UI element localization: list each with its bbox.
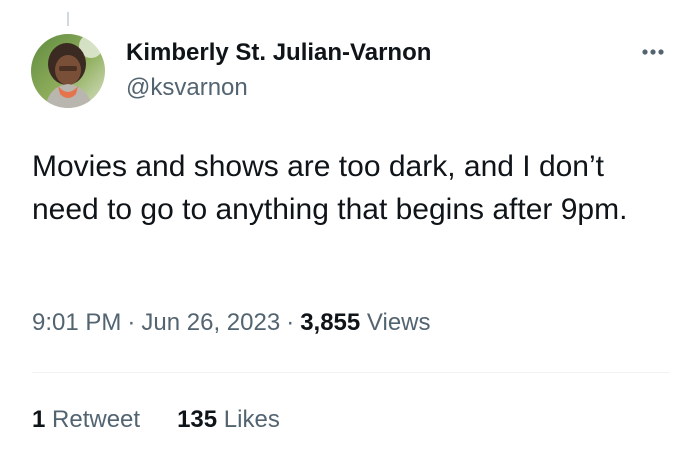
author-display-name[interactable]: Kimberly St. Julian-Varnon [126,38,431,68]
likes-label: Likes [223,406,280,433]
separator-dot: · [127,309,136,336]
retweets-stat[interactable]: 1 Retweet [32,404,140,436]
avatar[interactable] [31,34,105,108]
likes-count: 135 [177,406,218,433]
engagement-stats: 1 Retweet 135 Likes [32,404,280,436]
separator-dot: · [286,309,295,336]
tweet-date[interactable]: Jun 26, 2023 [141,309,280,336]
views-label: Views [366,309,431,336]
views-count: 3,855 [300,309,361,336]
thread-connector-line [67,12,69,26]
likes-stat[interactable]: 135 Likes [177,404,280,436]
more-options-button[interactable] [636,40,670,64]
more-horizontal-icon [642,49,664,55]
tweet-time[interactable]: 9:01 PM [32,309,121,336]
tweet-text: Movies and shows are too dark, and I don… [32,150,628,226]
author-block: Kimberly St. Julian-Varnon @ksvarnon [126,38,431,103]
tweet-metadata: 9:01 PM · Jun 26, 2023 · 3,855 Views [32,307,431,339]
author-handle[interactable]: @ksvarnon [126,73,431,103]
divider [32,372,670,373]
retweets-label: Retweet [52,406,141,433]
retweets-count: 1 [32,406,46,433]
